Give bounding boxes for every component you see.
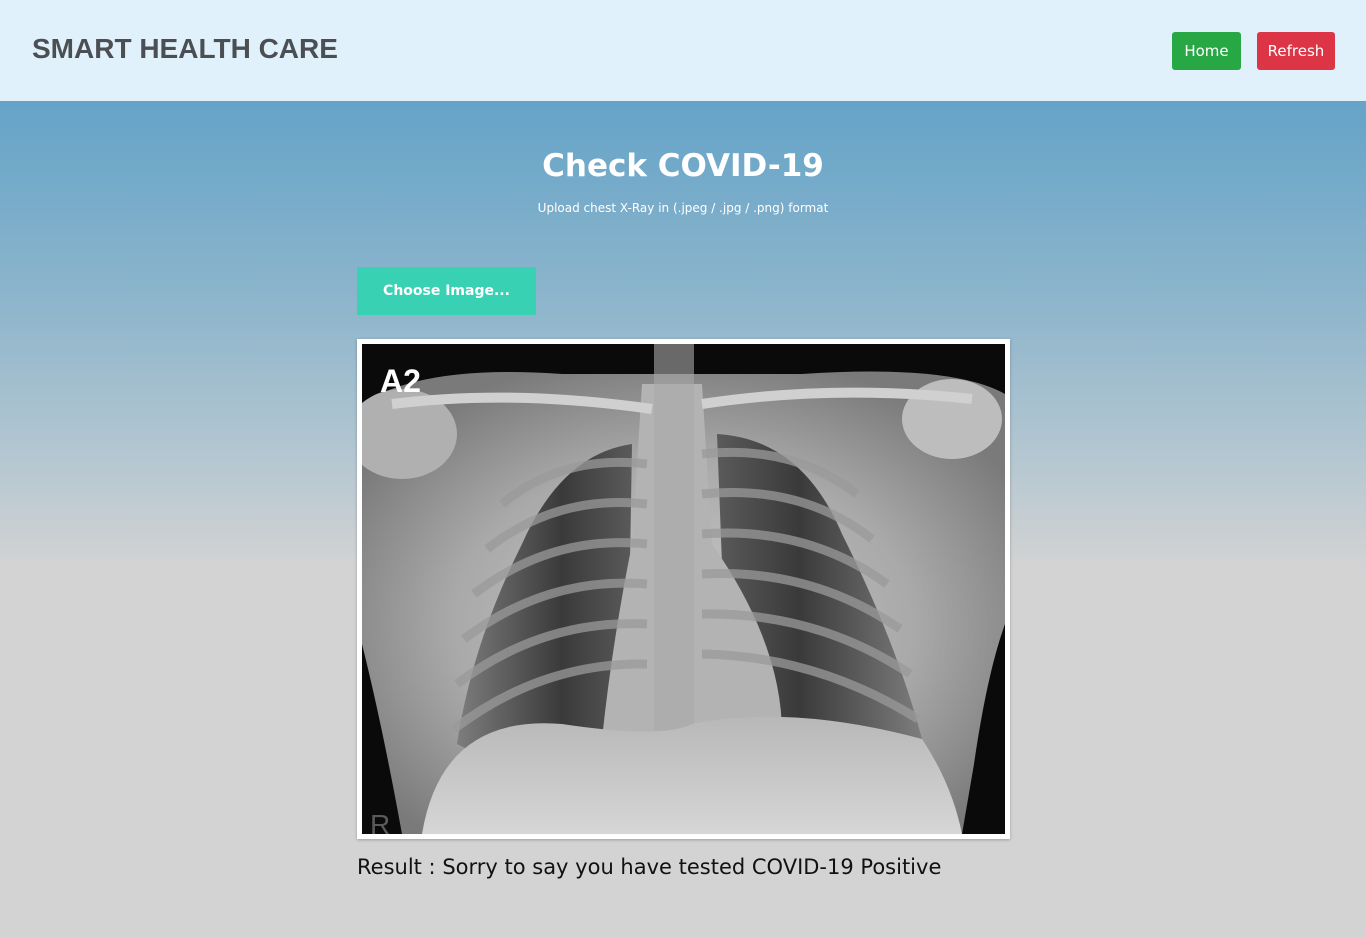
result-text: Result : Sorry to say you have tested CO…: [357, 855, 942, 879]
brand-title: SMART HEALTH CARE: [32, 33, 338, 64]
xray-preview: A2 R: [357, 339, 1010, 839]
refresh-button[interactable]: Refresh: [1257, 32, 1335, 70]
xray-label: A2: [380, 363, 421, 399]
chest-xray-image: A2 R: [362, 344, 1005, 834]
home-button[interactable]: Home: [1172, 32, 1241, 70]
choose-image-button[interactable]: Choose Image...: [357, 267, 536, 315]
page-subtitle: Upload chest X-Ray in (.jpeg / .jpg / .p…: [537, 201, 829, 215]
navbar: SMART HEALTH CARE Home Refresh: [0, 0, 1366, 101]
xray-marker: R: [370, 809, 390, 834]
page-title: Check COVID-19: [542, 148, 824, 184]
